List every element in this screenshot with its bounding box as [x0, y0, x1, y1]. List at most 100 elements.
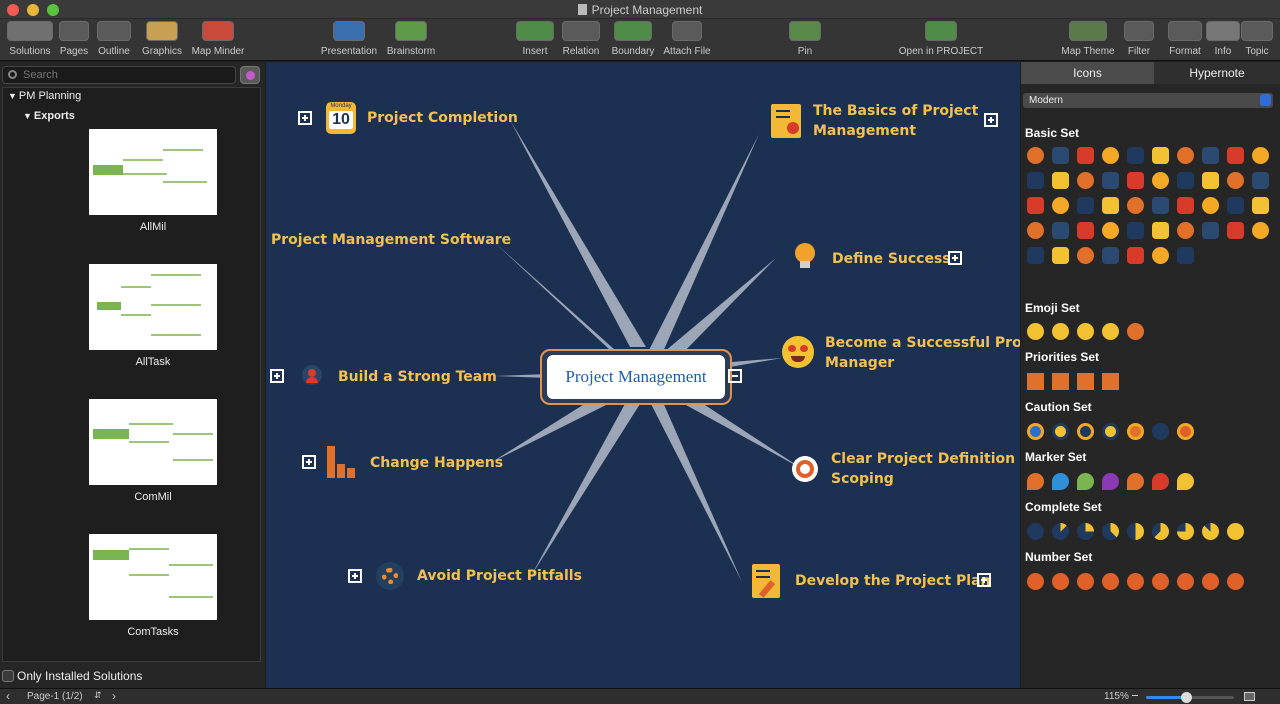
map-minder-button[interactable]: Map Minder	[188, 21, 248, 57]
disclosure-triangle-icon[interactable]: ▼	[8, 91, 17, 101]
disclosure-triangle-icon[interactable]: ▼	[23, 111, 32, 121]
insert-button[interactable]: Insert	[513, 21, 557, 57]
fit-page-icon[interactable]	[1244, 692, 1255, 701]
topic-basics[interactable]: The Basics of Project Management	[813, 101, 978, 141]
caution-icon[interactable]	[1152, 423, 1169, 440]
completion-icon[interactable]	[1177, 523, 1194, 540]
export-item[interactable]: AllTask	[89, 264, 217, 368]
basic-set-icon[interactable]	[1102, 197, 1119, 214]
marker-icon[interactable]	[1127, 473, 1144, 490]
basic-set-icon[interactable]	[1177, 147, 1194, 164]
info-button[interactable]: Info	[1206, 21, 1240, 57]
export-item[interactable]: AllMil	[89, 129, 217, 233]
tab-hypernote[interactable]: Hypernote	[1154, 62, 1280, 84]
basic-set-icon[interactable]	[1102, 222, 1119, 239]
expand-team-button[interactable]	[270, 369, 284, 383]
topic-project-plan[interactable]: Develop the Project Plan	[795, 571, 991, 591]
basic-set-icon[interactable]	[1027, 222, 1044, 239]
open-in-project-button[interactable]: Open in PROJECT	[896, 21, 986, 57]
priority-icon[interactable]	[1102, 373, 1119, 390]
search-input[interactable]: Search	[2, 66, 236, 84]
filter-button[interactable]: Filter	[1122, 21, 1156, 57]
central-topic[interactable]: Project Management	[540, 349, 732, 405]
basic-set-icon[interactable]	[1227, 222, 1244, 239]
emoji-icon[interactable]	[1052, 323, 1069, 340]
basic-set-icon[interactable]	[1252, 222, 1269, 239]
basic-set-icon[interactable]	[1177, 197, 1194, 214]
pages-button[interactable]: Pages	[56, 21, 92, 57]
basic-set-icon[interactable]	[1027, 147, 1044, 164]
topic-change-happens[interactable]: Change Happens	[370, 453, 503, 473]
zoom-minus-icon[interactable]	[1132, 695, 1138, 696]
completion-icon[interactable]	[1027, 523, 1044, 540]
attach-file-button[interactable]: Attach File	[661, 21, 713, 57]
caution-icon[interactable]	[1027, 423, 1044, 440]
basic-set-icon[interactable]	[1227, 197, 1244, 214]
topic-define-success[interactable]: Define Success	[832, 249, 951, 269]
basic-set-icon[interactable]	[1077, 222, 1094, 239]
basic-set-icon[interactable]	[1252, 197, 1269, 214]
basic-set-icon[interactable]	[1202, 172, 1219, 189]
basic-set-icon[interactable]	[1027, 247, 1044, 264]
relation-button[interactable]: Relation	[559, 21, 603, 57]
completion-icon[interactable]	[1152, 523, 1169, 540]
number-icon[interactable]	[1152, 573, 1169, 590]
marker-icon[interactable]	[1027, 473, 1044, 490]
emoji-icon[interactable]	[1077, 323, 1094, 340]
marker-icon[interactable]	[1102, 473, 1119, 490]
marker-icon[interactable]	[1052, 473, 1069, 490]
zoom-slider[interactable]	[1146, 692, 1234, 703]
completion-icon[interactable]	[1077, 523, 1094, 540]
basic-set-icon[interactable]	[1077, 172, 1094, 189]
basic-set-icon[interactable]	[1177, 222, 1194, 239]
basic-set-icon[interactable]	[1027, 197, 1044, 214]
topic-definition-scoping[interactable]: Clear Project Definition an Scoping	[831, 449, 1020, 489]
pin-button[interactable]: Pin	[788, 21, 822, 57]
basic-set-icon[interactable]	[1052, 172, 1069, 189]
expand-basics-button[interactable]	[984, 113, 998, 127]
priority-icon[interactable]	[1077, 373, 1094, 390]
topic-avoid-pitfalls[interactable]: Avoid Project Pitfalls	[417, 566, 582, 586]
basic-set-icon[interactable]	[1052, 197, 1069, 214]
basic-set-icon[interactable]	[1077, 247, 1094, 264]
completion-icon[interactable]	[1202, 523, 1219, 540]
edit-solution-button[interactable]	[240, 66, 260, 84]
basic-set-icon[interactable]	[1102, 147, 1119, 164]
topic-successful-manager[interactable]: Become a Successful ProjecManager	[825, 333, 1020, 373]
tab-icons[interactable]: Icons	[1021, 62, 1154, 84]
basic-set-icon[interactable]	[1152, 247, 1169, 264]
number-icon[interactable]	[1227, 573, 1244, 590]
basic-set-icon[interactable]	[1202, 197, 1219, 214]
emoji-icon[interactable]	[1027, 323, 1044, 340]
completion-icon[interactable]	[1127, 523, 1144, 540]
expand-pitfalls-button[interactable]	[348, 569, 362, 583]
caution-icon[interactable]	[1127, 423, 1144, 440]
caution-icon[interactable]	[1102, 423, 1119, 440]
basic-set-icon[interactable]	[1202, 222, 1219, 239]
basic-set-icon[interactable]	[1052, 147, 1069, 164]
export-item[interactable]: ComTasks	[89, 534, 217, 638]
basic-set-icon[interactable]	[1102, 172, 1119, 189]
number-icon[interactable]	[1052, 573, 1069, 590]
boundary-button[interactable]: Boundary	[608, 21, 658, 57]
completion-icon[interactable]	[1102, 523, 1119, 540]
solutions-button[interactable]: Solutions	[4, 21, 56, 57]
mind-map-canvas[interactable]: Project Management Monday 10 Project Comp…	[266, 62, 1020, 688]
collapse-central-button[interactable]	[728, 369, 742, 383]
number-icon[interactable]	[1177, 573, 1194, 590]
basic-set-icon[interactable]	[1227, 147, 1244, 164]
page-stepper-icon[interactable]: ⇵	[94, 690, 102, 701]
basic-set-icon[interactable]	[1152, 147, 1169, 164]
format-button[interactable]: Format	[1166, 21, 1204, 57]
basic-set-icon[interactable]	[1027, 172, 1044, 189]
zoom-slider-knob[interactable]	[1180, 692, 1192, 703]
completion-icon[interactable]	[1227, 523, 1244, 540]
basic-set-icon[interactable]	[1177, 172, 1194, 189]
topic-strong-team[interactable]: Build a Strong Team	[338, 367, 497, 387]
caution-icon[interactable]	[1177, 423, 1194, 440]
basic-set-icon[interactable]	[1152, 172, 1169, 189]
priority-icon[interactable]	[1127, 373, 1144, 390]
basic-set-icon[interactable]	[1227, 172, 1244, 189]
basic-set-icon[interactable]	[1252, 172, 1269, 189]
expand-change-button[interactable]	[302, 455, 316, 469]
